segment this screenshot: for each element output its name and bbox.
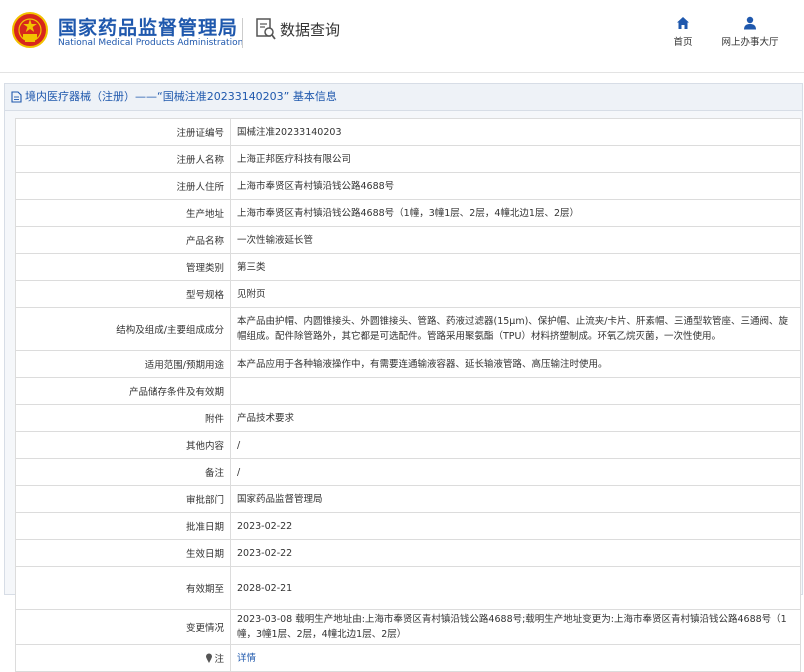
field-value [230, 377, 801, 405]
table-row: 批准日期 2023-02-22 [15, 512, 801, 540]
field-label: 适用范围/预期用途 [15, 350, 231, 378]
table-row: 注册人住所 上海市奉贤区青村镇沿钱公路4688号 [15, 172, 801, 200]
note-label-cell: 注 [15, 644, 231, 672]
field-value: 2028-02-21 [230, 566, 801, 610]
home-icon [677, 17, 689, 29]
field-label: 注册人住所 [15, 172, 231, 200]
field-value: 2023-02-22 [230, 539, 801, 567]
note-value-cell: 详情 [230, 644, 801, 672]
table-row: 型号规格 见附页 [15, 280, 801, 308]
panel-title: 境内医疗器械（注册）——“国械注准20233140203” 基本信息 [25, 90, 337, 103]
table-row: 生产地址 上海市奉贤区青村镇沿钱公路4688号（1幢，3幢1层、2层，4幢北边1层… [15, 199, 801, 227]
field-value: 一次性输液延长管 [230, 226, 801, 254]
field-label: 变更情况 [15, 609, 231, 645]
field-label: 结构及组成/主要组成成分 [15, 307, 231, 351]
table-row: 注册人名称 上海正邦医疗科技有限公司 [15, 145, 801, 173]
field-label: 管理类别 [15, 253, 231, 281]
detail-panel: 境内医疗器械（注册）——“国械注准20233140203” 基本信息 注册证编号… [4, 83, 803, 672]
field-label: 型号规格 [15, 280, 231, 308]
field-label: 附件 [15, 404, 231, 432]
field-value: 产品技术要求 [230, 404, 801, 432]
document-icon [11, 91, 22, 103]
query-title: 数据查询 [280, 20, 341, 39]
document-search-icon [256, 18, 276, 40]
header-separator [0, 72, 804, 73]
nav-online-service-hall[interactable]: 网上办事大厅 [718, 16, 782, 48]
field-label: 其他内容 [15, 431, 231, 459]
header-divider [242, 18, 243, 48]
field-value: 第三类 [230, 253, 801, 281]
table-row: 审批部门 国家药品监督管理局 [15, 485, 801, 513]
table-row: 产品储存条件及有效期 [15, 377, 801, 405]
detail-link[interactable]: 详情 [237, 653, 256, 664]
registration-info-table: 注册证编号 国械注准20233140203 注册人名称 上海正邦医疗科技有限公司 注册人… [15, 118, 801, 672]
field-label: 生产地址 [15, 199, 231, 227]
field-label: 有效期至 [15, 566, 231, 610]
table-row: 变更情况 2023-03-08 载明生产地址由:上海市奉贤区青村镇沿钱公路4688… [15, 609, 801, 645]
table-row: 产品名称 一次性输液延长管 [15, 226, 801, 254]
field-value: 上海正邦医疗科技有限公司 [230, 145, 801, 173]
table-row: 有效期至 2028-02-21 [15, 566, 801, 610]
field-value: 见附页 [230, 280, 801, 308]
national-emblem-icon [12, 12, 48, 48]
field-label: 生效日期 [15, 539, 231, 567]
field-value: / [230, 431, 801, 459]
field-label: 审批部门 [15, 485, 231, 513]
field-value: 国械注准20233140203 [230, 118, 801, 146]
table-row: 其他内容 / [15, 431, 801, 459]
table-row: 结构及组成/主要组成成分 本产品由护帽、内圆锥接头、外圆锥接头、管路、药液过滤器(… [15, 307, 801, 351]
field-value: 2023-03-08 载明生产地址由:上海市奉贤区青村镇沿钱公路4688号;载明… [230, 609, 801, 645]
field-value: 上海市奉贤区青村镇沿钱公路4688号 [230, 172, 801, 200]
org-name-cn[interactable]: 国家药品监督管理局 [58, 13, 238, 40]
field-label: 注册证编号 [15, 118, 231, 146]
table-row: 适用范围/预期用途 本产品应用于各种输液操作中，有需要连通输液容器、延长输液管路、… [15, 350, 801, 378]
field-label: 产品名称 [15, 226, 231, 254]
table-row: 备注 / [15, 458, 801, 486]
field-label: 注册人名称 [15, 145, 231, 173]
table-row: 注册证编号 国械注准20233140203 [15, 118, 801, 146]
note-label: 注 [214, 654, 224, 665]
table-row-note: 注 详情 [15, 644, 801, 672]
field-label: 备注 [15, 458, 231, 486]
site-header: 国家药品监督管理局 National Medical Products Admi… [0, 0, 804, 72]
nav-online-label: 网上办事大厅 [721, 37, 779, 48]
user-icon [744, 16, 756, 30]
field-value: 2023-02-22 [230, 512, 801, 540]
panel-title-bar: 境内医疗器械（注册）——“国械注准20233140203” 基本信息 [5, 84, 802, 111]
nav-home-label: 首页 [673, 37, 693, 48]
field-value: 本产品应用于各种输液操作中，有需要连通输液容器、延长输液管路、高压输注时使用。 [230, 350, 801, 378]
field-value: 上海市奉贤区青村镇沿钱公路4688号（1幢，3幢1层、2层，4幢北边1层、2层） [230, 199, 801, 227]
table-row: 生效日期 2023-02-22 [15, 539, 801, 567]
pin-icon [206, 653, 213, 663]
table-row: 管理类别 第三类 [15, 253, 801, 281]
field-value: 本产品由护帽、内圆锥接头、外圆锥接头、管路、药液过滤器(15μm)、保护帽、止流… [230, 307, 801, 351]
org-name-en[interactable]: National Medical Products Administration [58, 38, 243, 48]
table-row: 附件 产品技术要求 [15, 404, 801, 432]
data-query-section: 数据查询 [256, 18, 340, 40]
field-value: / [230, 458, 801, 486]
field-label: 产品储存条件及有效期 [15, 377, 231, 405]
nav-home[interactable]: 首页 [670, 16, 696, 48]
field-value: 国家药品监督管理局 [230, 485, 801, 513]
field-label: 批准日期 [15, 512, 231, 540]
